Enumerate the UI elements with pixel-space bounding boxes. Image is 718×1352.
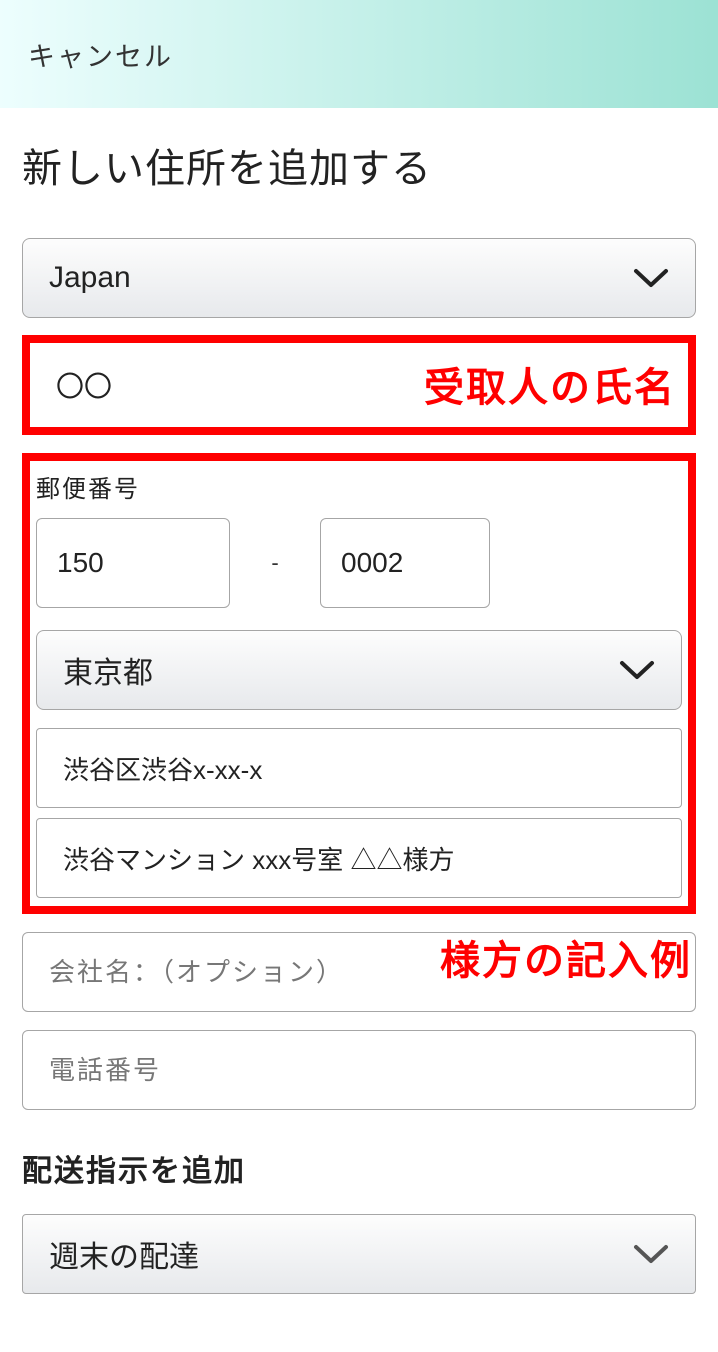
prefecture-selected-label: 東京都 bbox=[63, 648, 153, 692]
postal-part1-input[interactable] bbox=[36, 518, 230, 608]
address-line2-input[interactable] bbox=[36, 818, 682, 898]
address-line1-input[interactable] bbox=[36, 728, 682, 808]
page-title: 新しい住所を追加する bbox=[22, 136, 696, 194]
postal-label: 郵便番号 bbox=[36, 469, 682, 504]
header-bar: キャンセル bbox=[0, 0, 718, 108]
delivery-selected-label: 週末の配達 bbox=[49, 1232, 199, 1276]
delivery-heading: 配送指示を追加 bbox=[22, 1146, 696, 1190]
company-input[interactable] bbox=[22, 932, 696, 1012]
delivery-select[interactable]: 週末の配達 bbox=[22, 1214, 696, 1294]
phone-input[interactable] bbox=[22, 1030, 696, 1110]
postal-hyphen: - bbox=[230, 550, 320, 576]
prefecture-select[interactable]: 東京都 bbox=[36, 630, 682, 710]
chevron-down-icon bbox=[633, 1244, 669, 1264]
postal-part2-input[interactable] bbox=[320, 518, 490, 608]
cancel-button[interactable]: キャンセル bbox=[28, 35, 173, 74]
address-highlight-box: 郵便番号 - 東京都 bbox=[22, 453, 696, 914]
recipient-name-input[interactable] bbox=[36, 349, 682, 421]
country-select[interactable]: Japan bbox=[22, 238, 696, 318]
chevron-down-icon bbox=[633, 268, 669, 288]
recipient-highlight-box: 受取人の氏名 bbox=[22, 335, 696, 435]
form-content: 新しい住所を追加する Japan 受取人の氏名 郵便番号 - 東京都 bbox=[0, 108, 718, 1294]
company-row: 様方の記入例 bbox=[22, 932, 696, 1012]
postal-row: - bbox=[36, 518, 682, 608]
chevron-down-icon bbox=[619, 660, 655, 680]
country-selected-label: Japan bbox=[49, 261, 131, 295]
